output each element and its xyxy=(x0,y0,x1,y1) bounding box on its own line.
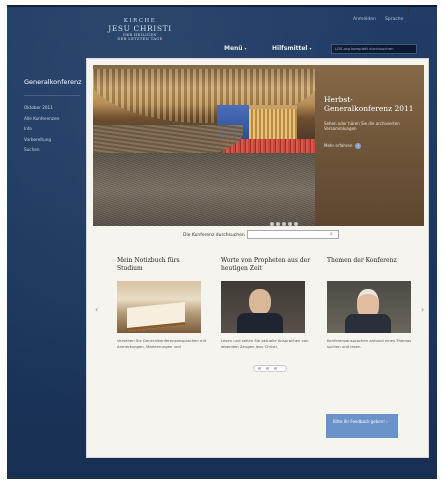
card-title: Themen der Konferenz xyxy=(327,257,397,264)
photo-organ xyxy=(249,105,297,141)
chevron-down-icon: ▾ xyxy=(244,46,247,51)
carousel-dots[interactable] xyxy=(270,211,300,226)
logo-line-3b: DER LETZTEN TAGE xyxy=(117,37,163,42)
notebook-image xyxy=(117,281,201,333)
language-link[interactable]: Sprache xyxy=(385,17,403,22)
carousel-dot[interactable] xyxy=(288,222,292,226)
main-content: Herbst-Generalkonferenz 2011 Sehen oder … xyxy=(86,58,429,458)
card-title: Worte von Propheten aus der heutigen Zei… xyxy=(221,257,311,272)
prophet-portrait-image xyxy=(221,281,305,333)
feature-card-notebook[interactable]: Mein Notizbuch fürs Studium Versehen Sie… xyxy=(117,257,207,349)
sidebar-item-preparation[interactable]: Vorbereitung xyxy=(24,135,86,146)
conference-search-label: Die Konferenz durchsuchen xyxy=(183,233,245,238)
carousel-dot[interactable] xyxy=(294,222,298,226)
feature-carousel: ‹ Mein Notizbuch fürs Studium Versehen S… xyxy=(95,251,424,381)
feedback-button[interactable]: Bitte Ihr Feedback geben! › xyxy=(326,414,398,438)
sidebar-item-all-conferences[interactable]: Alle Konferenzen xyxy=(24,114,86,125)
hero-headline: Herbst-Generalkonferenz 2011 xyxy=(324,95,414,114)
feature-card-prophets[interactable]: Worte von Propheten aus der heutigen Zei… xyxy=(221,257,311,349)
pager-dot[interactable] xyxy=(258,367,261,370)
carousel-dot[interactable] xyxy=(270,222,274,226)
conference-center-photo xyxy=(93,65,325,226)
hero-text-panel: Herbst-Generalkonferenz 2011 Sehen oder … xyxy=(315,65,424,226)
nav-resources[interactable]: Hilfsmittel ▾ xyxy=(272,45,312,52)
carousel-dot[interactable] xyxy=(282,222,286,226)
card-description: Lesen und sehen Sie aktuelle Ansprachen … xyxy=(221,338,309,349)
sidebar: Generalkonferenz Oktober 2011 Alle Konfe… xyxy=(24,78,86,156)
sidebar-item-info[interactable]: Info xyxy=(24,124,86,135)
hero-link-label: Mehr erfahren xyxy=(324,142,353,148)
site-search-placeholder: LDS.org komplett durchsuchen xyxy=(335,46,394,51)
hero-banner[interactable]: Herbst-Generalkonferenz 2011 Sehen oder … xyxy=(93,65,424,226)
card-description: Konferenzansprachen anhand eines Themas … xyxy=(327,338,412,349)
sidebar-item-october-2011[interactable]: Oktober 2011 xyxy=(24,103,86,114)
chevron-down-icon: ▾ xyxy=(309,46,312,51)
church-logo[interactable]: KIRCHE JESU CHRISTI DER HEILIGEN DER LET… xyxy=(99,18,181,42)
sidebar-divider xyxy=(24,95,80,97)
nav-menu[interactable]: Menü ▾ xyxy=(224,45,247,52)
top-border xyxy=(7,5,437,7)
pager-dot[interactable] xyxy=(274,367,277,370)
pager-dot[interactable] xyxy=(266,367,269,370)
hero-learn-more-link[interactable]: Mehr erfahren › xyxy=(324,142,416,149)
search-icon[interactable]: ⌕ xyxy=(330,231,333,237)
site-search-input[interactable]: LDS.org komplett durchsuchen xyxy=(331,44,417,54)
carousel-dot[interactable] xyxy=(276,222,280,226)
hero-body: Sehen oder hören Sie die archivierten Ve… xyxy=(324,120,400,132)
conference-search-input[interactable] xyxy=(247,230,339,239)
text-cursor xyxy=(408,7,409,13)
carousel-prev-icon[interactable]: ‹ xyxy=(95,305,98,314)
arrow-right-icon: › xyxy=(355,142,362,149)
card-title: Mein Notizbuch fürs Studium xyxy=(117,257,180,272)
nav-menu-label: Menü xyxy=(224,45,243,52)
carousel-pager[interactable] xyxy=(253,365,287,372)
speaker-portrait-image xyxy=(327,281,411,333)
card-description: Versehen Sie Generalkonferenzansprachen … xyxy=(117,338,207,349)
signin-link[interactable]: Anmelden xyxy=(353,17,376,22)
nav-resources-label: Hilfsmittel xyxy=(272,45,308,52)
feature-card-topics[interactable]: Themen der Konferenz Konferenzansprachen… xyxy=(327,257,417,349)
sidebar-item-search[interactable]: Suchen xyxy=(24,145,86,156)
logo-line-2: JESU CHRISTI xyxy=(108,23,172,33)
sidebar-title[interactable]: Generalkonferenz xyxy=(24,78,86,86)
carousel-next-icon[interactable]: › xyxy=(421,305,424,314)
